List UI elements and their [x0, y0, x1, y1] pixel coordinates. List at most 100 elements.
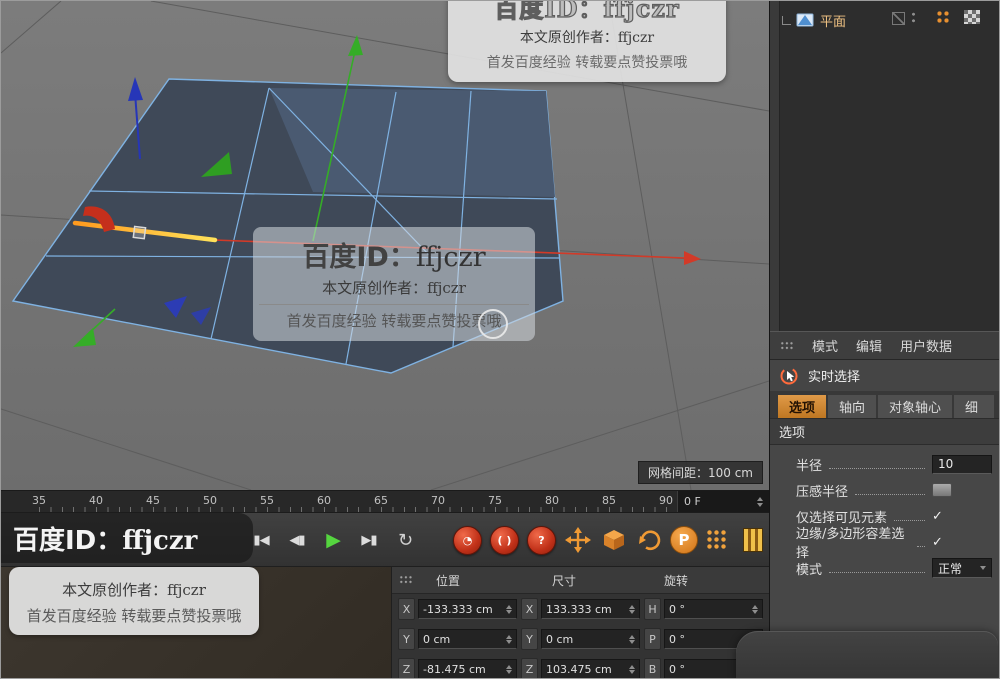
- tolerance-row: 边缘/多边形容差选择 ✓: [796, 527, 992, 561]
- autokey-icon: ( ): [497, 534, 512, 547]
- rotation-b-value: 0 °: [669, 662, 685, 676]
- watermark-light-box: 本文原创作者：ffjczr 首发百度经验 转载要点赞投票哦: [9, 567, 259, 635]
- render-dots-icon[interactable]: [936, 10, 951, 23]
- watermark-dark-band: 百度ID：ffjczr: [1, 513, 253, 563]
- axis-label: H: [644, 598, 661, 620]
- position-header: 位置: [436, 574, 461, 588]
- attribute-manager: 模式 编辑 用户数据 实时选择 选项 轴向 对象轴心 细 选项 半径 10 压感…: [770, 331, 999, 678]
- options-section-header[interactable]: 选项: [770, 418, 999, 445]
- rotation-header: 旋转: [664, 574, 689, 588]
- mode-select[interactable]: 正常: [932, 558, 992, 578]
- chevron-down-icon: [980, 566, 986, 570]
- pressure-radius-button[interactable]: [932, 483, 952, 497]
- selected-polygons[interactable]: [269, 88, 555, 197]
- active-tool-row: 实时选择: [770, 360, 999, 391]
- size-y-field[interactable]: 0 cm: [541, 629, 640, 649]
- watermark-id-prefix: 百度ID：: [302, 242, 416, 273]
- field-spinner[interactable]: [506, 604, 512, 614]
- layout-columns-button[interactable]: [743, 528, 763, 552]
- watermark-notice-line: 首发百度经验 转载要点赞投票哦: [26, 607, 242, 625]
- previous-frame-button[interactable]: ◀▮: [282, 525, 312, 555]
- object-manager-gutter: [770, 1, 780, 331]
- size-x-field[interactable]: 133.333 cm: [541, 599, 640, 619]
- rotate-tool-button[interactable]: [636, 526, 663, 553]
- size-z-field[interactable]: 103.475 cm: [541, 659, 640, 678]
- size-header: 尺寸: [552, 574, 577, 588]
- field-spinner[interactable]: [506, 664, 512, 674]
- record-keyframe-button[interactable]: ◔: [453, 526, 482, 555]
- snap-grid-button[interactable]: [706, 529, 727, 550]
- tolerance-checkbox[interactable]: ✓: [932, 535, 943, 550]
- visible-only-checkbox[interactable]: ✓: [932, 509, 943, 524]
- axis-label: X: [398, 598, 415, 620]
- size-z-value: 103.475 cm: [546, 662, 612, 676]
- frame-counter-value: 0 F: [684, 495, 701, 508]
- position-x-value: -133.333 cm: [423, 602, 493, 616]
- tab-options[interactable]: 选项: [778, 395, 827, 418]
- field-spinner[interactable]: [629, 664, 635, 674]
- loop-icon: ↻: [397, 529, 413, 551]
- dotted-leader: [829, 459, 925, 469]
- dotted-leader: [855, 485, 925, 495]
- keyframe-options-button[interactable]: ?: [527, 526, 556, 555]
- scale-tool-button[interactable]: [600, 526, 627, 553]
- panel-grip-icon[interactable]: [399, 575, 413, 585]
- timeline-tick: 80: [545, 494, 559, 507]
- axis-label: Y: [398, 628, 415, 650]
- position-x-field[interactable]: -133.333 cm: [418, 599, 517, 619]
- texture-checker-icon[interactable]: [964, 10, 980, 24]
- panel-grip-icon[interactable]: [780, 340, 794, 351]
- move-tool-button[interactable]: [564, 526, 591, 553]
- timeline-tick: 60: [317, 494, 331, 507]
- parametric-mode-button[interactable]: P: [670, 526, 698, 554]
- axis-label: P: [644, 628, 661, 650]
- next-frame-button[interactable]: ▶▮: [354, 525, 384, 555]
- radius-label: 半径: [796, 458, 823, 474]
- layer-color-icon[interactable]: [892, 12, 905, 25]
- visibility-dots-icon[interactable]: [912, 11, 915, 24]
- timeline-tick: 55: [260, 494, 274, 507]
- rotation-p-value: 0 °: [669, 632, 685, 646]
- frame-counter-field[interactable]: 0 F: [677, 491, 769, 512]
- menu-mode[interactable]: 模式: [812, 336, 838, 355]
- timeline-ruler[interactable]: 35 40 45 50 55 60 65 70 75 80 85 90 0 F: [1, 490, 769, 512]
- loop-mode-button[interactable]: ↻: [390, 525, 420, 555]
- timeline-tick: 70: [431, 494, 445, 507]
- grid-spacing-label: 网格间距：100 cm: [637, 461, 763, 484]
- field-spinner[interactable]: [629, 604, 635, 614]
- plane-object-icon: [796, 13, 814, 27]
- coordinates-row-x: X -133.333 cm X 133.333 cm H 0 °: [392, 594, 769, 624]
- coordinates-row-z: Z -81.475 cm Z 103.475 cm B 0 °: [392, 654, 769, 678]
- tab-axis[interactable]: 轴向: [828, 395, 877, 418]
- watermark-id-name: ffjczr: [415, 242, 486, 273]
- play-button[interactable]: ▶: [318, 525, 348, 555]
- selection-brush-cursor: [478, 309, 508, 339]
- radius-input[interactable]: 10: [932, 454, 992, 474]
- position-z-field[interactable]: -81.475 cm: [418, 659, 517, 678]
- axis-origin-handle[interactable]: [132, 225, 147, 240]
- record-keyframe-icon: ◔: [462, 534, 473, 547]
- position-y-field[interactable]: 0 cm: [418, 629, 517, 649]
- field-spinner[interactable]: [752, 604, 758, 614]
- field-spinner[interactable]: [629, 634, 635, 644]
- tab-object-axis[interactable]: 对象轴心: [878, 395, 953, 418]
- axis-label: Z: [398, 658, 415, 678]
- axis-label: B: [644, 658, 661, 678]
- object-item-label: 平面: [820, 14, 847, 30]
- attribute-menubar: 模式 编辑 用户数据: [770, 331, 999, 360]
- position-z-value: -81.475 cm: [423, 662, 486, 676]
- frame-spinner[interactable]: [757, 496, 763, 507]
- position-y-value: 0 cm: [423, 632, 451, 646]
- rotation-h-field[interactable]: 0 °: [664, 599, 763, 619]
- coordinates-panel: 位置 尺寸 旋转 X -133.333 cm X 133.333 cm H 0 …: [391, 566, 769, 678]
- dotted-leader: [829, 563, 925, 573]
- object-item-plane[interactable]: 平面: [782, 7, 846, 33]
- timeline-tick: 75: [488, 494, 502, 507]
- timeline-tick: 85: [602, 494, 616, 507]
- rotate-tool-icon: [638, 529, 660, 550]
- field-spinner[interactable]: [506, 634, 512, 644]
- menu-edit[interactable]: 编辑: [856, 336, 882, 355]
- menu-userdata[interactable]: 用户数据: [900, 336, 952, 355]
- tab-detail[interactable]: 细: [954, 395, 995, 418]
- autokey-button[interactable]: ( ): [490, 526, 519, 555]
